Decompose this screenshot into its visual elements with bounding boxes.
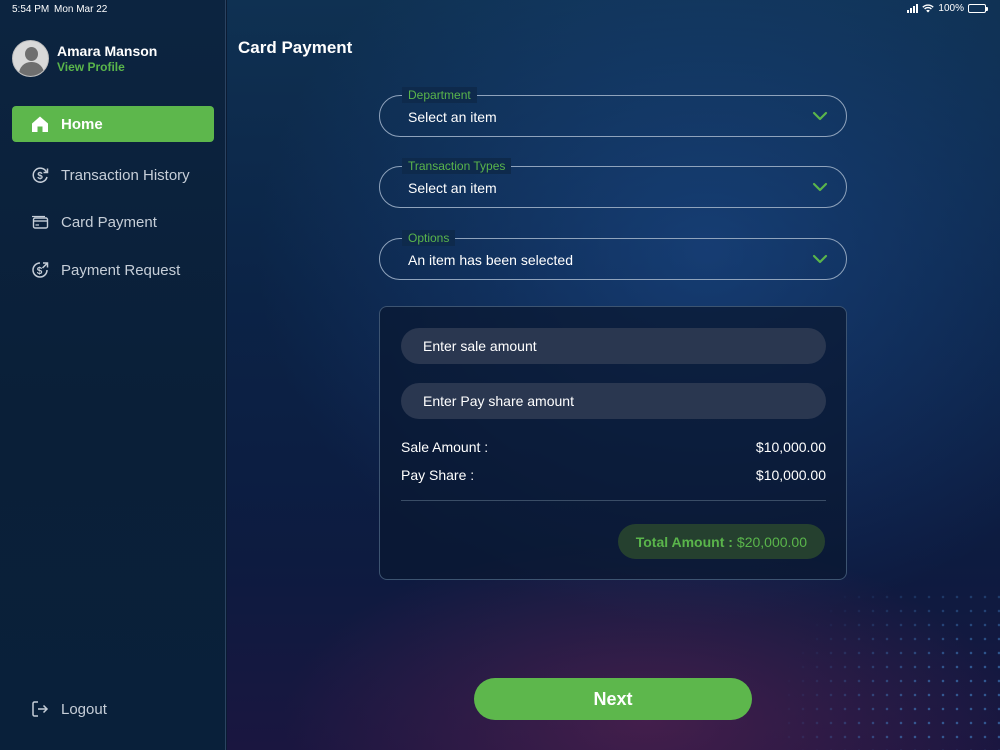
sidebar-item-payment-request[interactable]: $ Payment Request	[12, 252, 214, 288]
decorative-dot-pattern	[740, 590, 1000, 750]
battery-icon	[968, 4, 988, 13]
pay-share-amount-input[interactable]: Enter Pay share amount	[401, 383, 826, 419]
sidebar-item-transaction-history[interactable]: $ Transaction History	[12, 157, 214, 193]
status-bar: 5:54 PM Mon Mar 22 100%	[0, 0, 1000, 20]
transaction-types-dropdown[interactable]: Transaction Types Select an item	[379, 158, 847, 208]
sale-amount-placeholder: Enter sale amount	[423, 338, 537, 354]
pay-share-label: Pay Share :	[401, 467, 475, 483]
options-label: Options	[402, 230, 456, 246]
sale-amount-value: $10,000.00	[755, 439, 826, 455]
sidebar-item-label: Card Payment	[61, 213, 157, 231]
sidebar-item-label: Transaction History	[61, 166, 190, 184]
amount-panel: Enter sale amount Enter Pay share amount…	[379, 306, 847, 580]
chevron-down-icon	[812, 254, 828, 264]
chevron-down-icon	[812, 111, 828, 121]
sale-amount-input[interactable]: Enter sale amount	[401, 328, 826, 364]
svg-text:$: $	[37, 171, 43, 182]
wifi-icon	[922, 4, 935, 13]
main-content: Card Payment Department Select an item T…	[227, 0, 1000, 750]
dollar-request-icon: $	[30, 260, 50, 280]
battery-percent: 100%	[938, 3, 964, 14]
page-title: Card Payment	[238, 38, 353, 57]
profile-section[interactable]: Amara Manson View Profile	[12, 40, 157, 77]
sale-amount-label: Sale Amount :	[401, 439, 489, 455]
logout-icon	[30, 699, 50, 719]
status-time: 5:54 PM	[12, 4, 50, 15]
pay-share-row: Pay Share : $10,000.00	[401, 467, 826, 483]
sale-amount-row: Sale Amount : $10,000.00	[401, 439, 826, 455]
total-amount-label: Total Amount :	[635, 533, 733, 550]
transaction-types-label: Transaction Types	[402, 158, 512, 174]
department-value: Select an item	[408, 109, 497, 125]
logout-button[interactable]: Logout	[12, 691, 214, 727]
logout-label: Logout	[61, 700, 107, 718]
home-icon	[30, 114, 50, 134]
sidebar-item-card-payment[interactable]: Card Payment	[12, 204, 214, 240]
department-label: Department	[402, 87, 477, 103]
status-indicators: 100%	[907, 3, 988, 14]
sidebar-item-home[interactable]: Home	[12, 106, 214, 142]
chevron-down-icon	[812, 182, 828, 192]
cellular-signal-icon	[907, 4, 919, 13]
options-value: An item has been selected	[408, 252, 573, 268]
sidebar-item-label: Home	[61, 115, 103, 133]
options-dropdown[interactable]: Options An item has been selected	[379, 230, 847, 280]
total-amount-badge: Total Amount : $20,000.00	[617, 524, 825, 559]
profile-name: Amara Manson	[57, 42, 158, 59]
dollar-cycle-icon: $	[30, 165, 50, 185]
avatar[interactable]	[12, 40, 49, 77]
divider	[401, 500, 826, 501]
department-dropdown[interactable]: Department Select an item	[379, 87, 847, 137]
transaction-types-value: Select an item	[408, 180, 497, 196]
view-profile-link[interactable]: View Profile	[57, 60, 157, 75]
sidebar: Amara Manson View Profile Home $ Transac…	[0, 0, 226, 750]
card-icon	[30, 212, 50, 232]
pay-share-placeholder: Enter Pay share amount	[423, 393, 574, 409]
next-button[interactable]: Next	[474, 678, 752, 720]
pay-share-value: $10,000.00	[755, 467, 826, 483]
total-amount-value: $20,000.00	[736, 533, 807, 550]
svg-text:$: $	[37, 266, 43, 277]
status-date: Mon Mar 22	[54, 4, 108, 15]
sidebar-item-label: Payment Request	[61, 261, 181, 279]
